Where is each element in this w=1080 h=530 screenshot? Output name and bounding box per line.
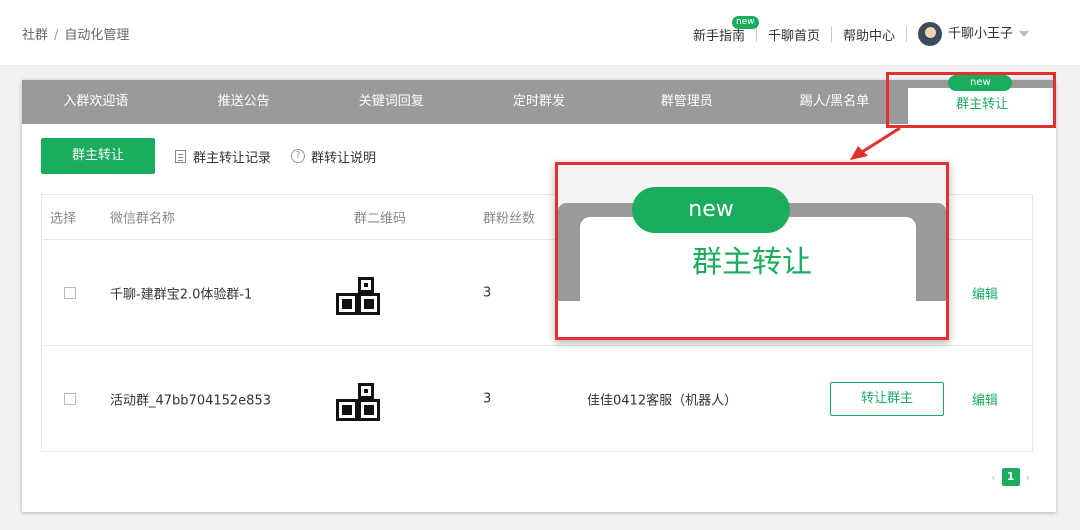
user-name: 千聊小王子	[947, 26, 1013, 42]
breadcrumb-root[interactable]: 社群	[22, 28, 48, 43]
owner-transfer-button[interactable]: 群主转让	[41, 138, 155, 174]
transfer-records-link[interactable]: 群主转让记录	[175, 147, 271, 166]
transfer-records-label: 群主转让记录	[193, 150, 272, 166]
breadcrumb-separator: /	[54, 28, 59, 43]
transfer-help-label: 群转让说明	[311, 150, 377, 166]
user-menu[interactable]: 千聊小王子	[907, 22, 1040, 46]
edit-link[interactable]: 编辑	[972, 390, 998, 409]
next-page-icon[interactable]: ›	[1026, 471, 1030, 484]
new-badge: new	[731, 15, 759, 29]
highlight-box	[886, 72, 1056, 128]
group-name: 活动群_47bb704152e853	[110, 393, 271, 409]
page-number[interactable]: 1	[1001, 468, 1020, 486]
breadcrumb-current: 自动化管理	[64, 28, 130, 43]
row-checkbox[interactable]	[64, 286, 76, 299]
callout-bottom	[558, 301, 946, 337]
table-row: 活动群_47bb704152e853 3 佳佳0412客服（机器人） 转让群主 …	[42, 346, 1032, 452]
header-qrcode: 群二维码	[354, 211, 407, 227]
zoom-callout: new 群主转让	[555, 162, 949, 340]
breadcrumb: 社群 / 自动化管理	[22, 24, 129, 43]
header-group-name: 微信群名称	[110, 211, 176, 227]
question-icon: ?	[291, 149, 306, 163]
tab-group-admin[interactable]: 群管理员	[613, 80, 761, 124]
header-select: 选择	[50, 211, 77, 227]
action-bar: 群主转让 群主转让记录 ? 群转让说明	[41, 138, 376, 174]
nav-guide[interactable]: 新手指南 new	[682, 15, 759, 44]
chevron-down-icon	[1019, 31, 1029, 37]
document-icon	[175, 149, 186, 163]
callout-label: 群主转让	[692, 245, 812, 280]
transfer-owner-button[interactable]: 转让群主	[830, 382, 944, 416]
tab-keyword-reply[interactable]: 关键词回复	[317, 80, 465, 124]
row-checkbox[interactable]	[64, 393, 76, 405]
fans-count: 3	[483, 391, 492, 407]
tab-scheduled-send[interactable]: 定时群发	[465, 80, 613, 124]
nav-help[interactable]: 帮助中心	[832, 25, 906, 44]
pagination: ‹ 1 ›	[991, 468, 1030, 486]
nav-home[interactable]: 千聊首页	[757, 25, 831, 44]
fans-count: 3	[483, 285, 492, 300]
group-owner: 佳佳0412客服（机器人）	[587, 393, 738, 409]
top-bar: 社群 / 自动化管理 新手指南 new 千聊首页 帮助中心 千聊小王子	[0, 0, 1080, 66]
top-nav: 新手指南 new 千聊首页 帮助中心 千聊小王子	[682, 15, 1040, 46]
group-name: 千聊-建群宝2.0体验群-1	[110, 287, 253, 302]
header-fans: 群粉丝数	[483, 211, 536, 227]
tab-announcement[interactable]: 推送公告	[170, 80, 318, 124]
prev-page-icon[interactable]: ‹	[991, 471, 995, 484]
transfer-help-link[interactable]: ? 群转让说明	[291, 147, 376, 166]
avatar	[917, 22, 942, 46]
nav-guide-label: 新手指南	[692, 28, 745, 44]
callout-new-badge: new	[632, 187, 790, 233]
edit-link[interactable]: 编辑	[972, 283, 998, 302]
tab-welcome[interactable]: 入群欢迎语	[22, 80, 170, 124]
